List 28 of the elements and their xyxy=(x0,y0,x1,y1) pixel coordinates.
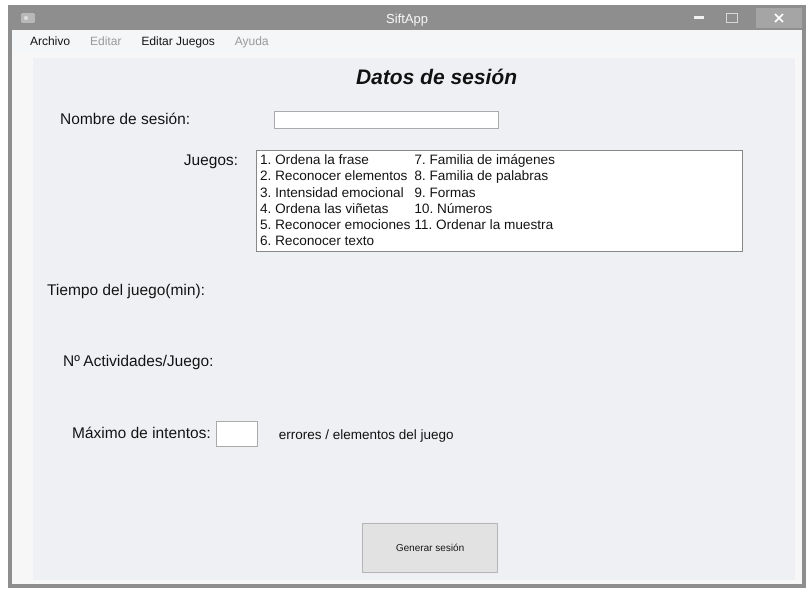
field-label: Tiempo del juego(min): xyxy=(47,282,205,299)
list-item[interactable]: 5. Reconocer emociones xyxy=(260,217,410,234)
input-field[interactable] xyxy=(274,111,499,129)
app-icon xyxy=(20,12,36,24)
generate-button[interactable]: Generar sesión xyxy=(362,523,498,573)
field-hint: errores / elementos del juego xyxy=(278,426,454,442)
field-label: Nombre de sesión: xyxy=(60,111,192,129)
list-item[interactable]: 2. Reconocer elementos xyxy=(260,168,410,185)
list-item[interactable]: 6. Reconocer texto xyxy=(260,233,410,250)
list-item[interactable]: 1. Ordena la frase xyxy=(260,152,410,168)
input-field[interactable] xyxy=(216,421,258,447)
list-item[interactable]: 7. Familia de imágenes xyxy=(414,152,555,168)
close-icon[interactable] xyxy=(756,8,802,28)
menu-item[interactable]: Editar Juegos xyxy=(141,34,215,48)
field-label: Máximo de intentos: xyxy=(72,425,211,443)
list-item[interactable]: 8. Familia de palabras xyxy=(414,168,555,185)
maximize-icon[interactable] xyxy=(726,12,738,22)
list-item[interactable]: 10. Números xyxy=(414,200,555,218)
window-title: SiftApp xyxy=(386,11,428,26)
form-heading: Datos de sesión xyxy=(354,66,518,91)
list-item[interactable]: 4. Ordena las viñetas xyxy=(260,200,410,218)
games-list[interactable] xyxy=(256,150,743,252)
list-item[interactable]: 3. Intensidad emocional xyxy=(260,184,410,201)
list-item[interactable]: 11. Ordenar la muestra xyxy=(414,217,555,234)
menu-item[interactable]: Archivo xyxy=(30,34,70,48)
field-label: Juegos: xyxy=(182,152,239,170)
list-item[interactable]: 9. Formas xyxy=(414,184,555,201)
field-label: Nº Actividades/Juego: xyxy=(63,353,214,370)
